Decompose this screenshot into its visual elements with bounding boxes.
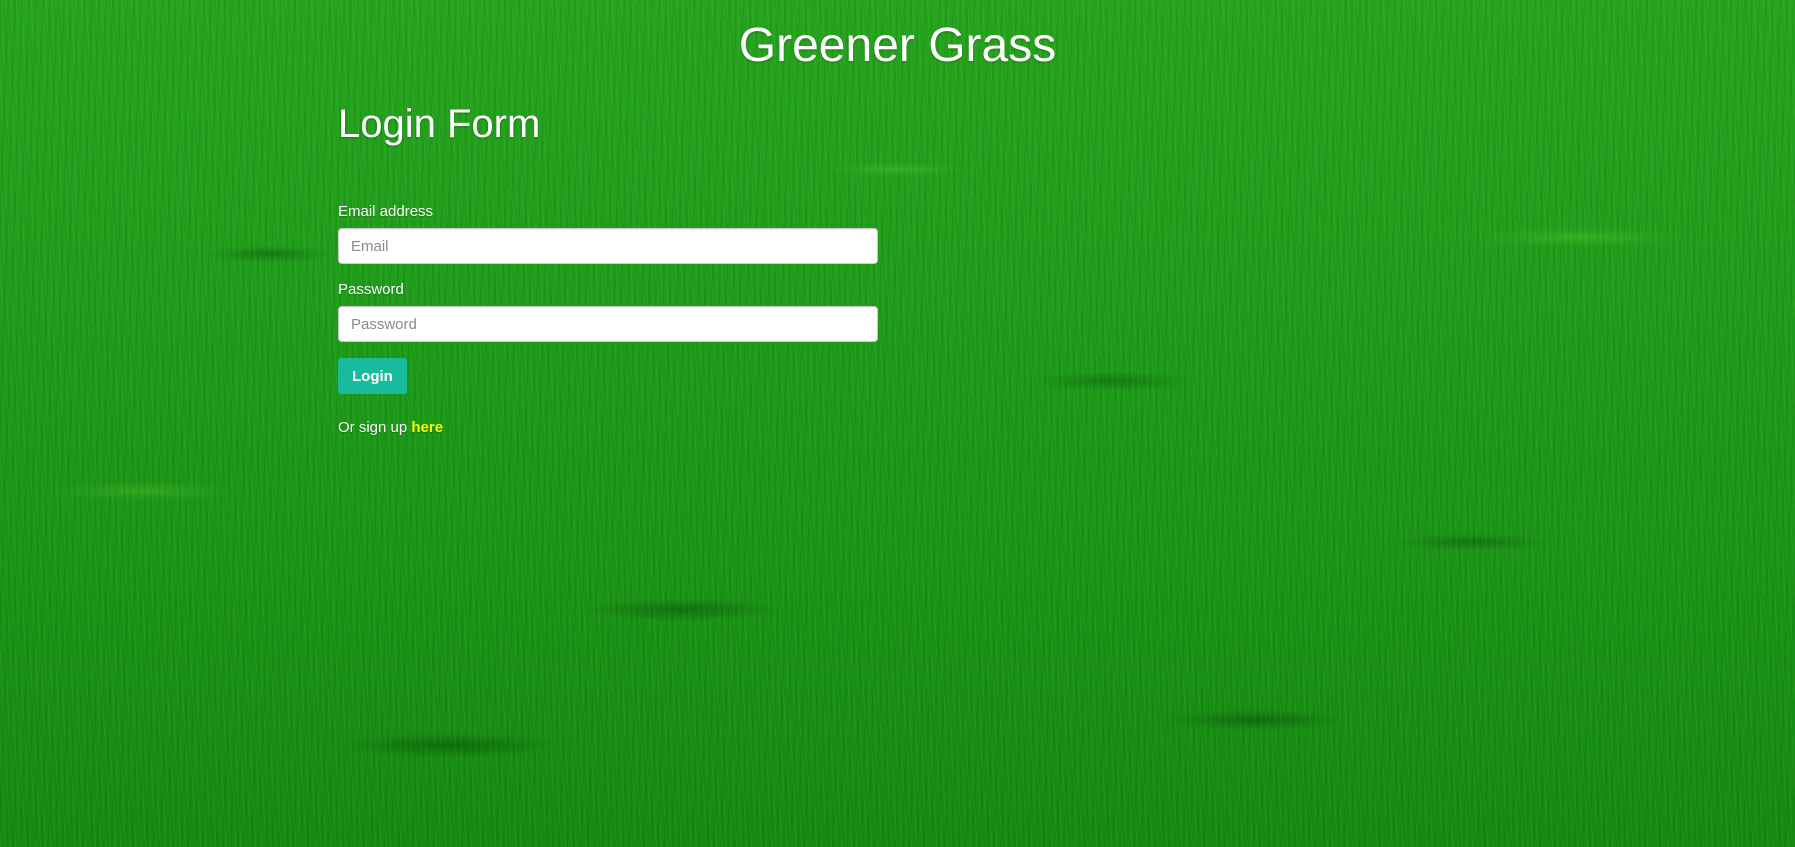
site-title: Greener Grass xyxy=(738,19,1057,72)
signup-prompt: Or sign up xyxy=(338,419,412,436)
login-button[interactable]: Login xyxy=(338,358,407,394)
form-heading: Login Form xyxy=(338,102,541,146)
signup-line: Or sign up here xyxy=(338,418,878,438)
login-form: Login Form Email address Password Login … xyxy=(338,98,878,438)
email-field[interactable] xyxy=(338,228,878,264)
page-background: { "header": { "site_title": "Greener Gra… xyxy=(0,0,1795,847)
signup-link[interactable]: here xyxy=(411,419,443,436)
email-label: Email address xyxy=(338,203,434,220)
password-label: Password xyxy=(338,281,404,298)
password-field[interactable] xyxy=(338,306,878,342)
